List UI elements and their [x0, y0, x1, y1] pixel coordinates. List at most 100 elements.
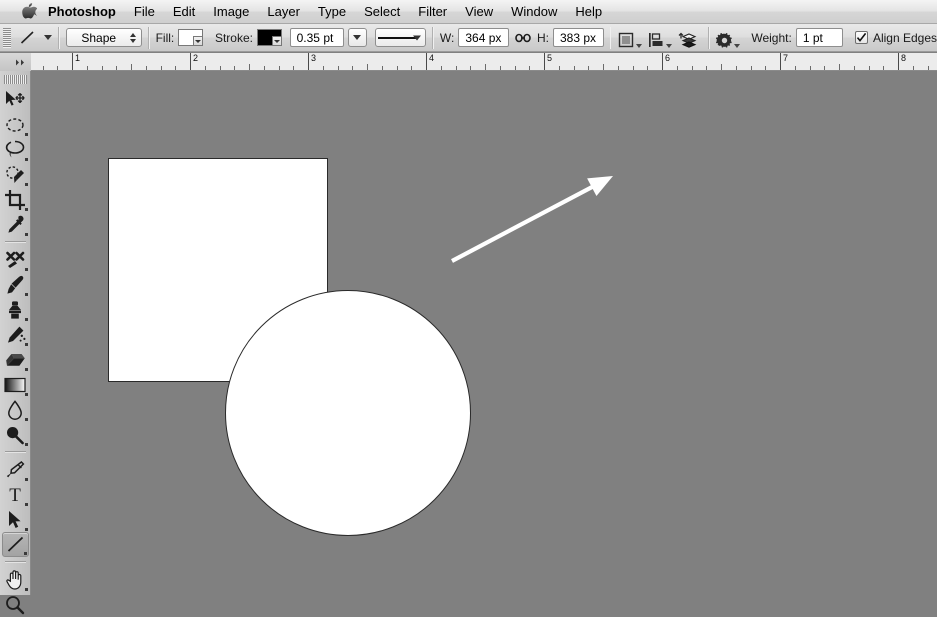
menu-item-select[interactable]: Select — [355, 0, 409, 24]
blur-droplet-icon — [8, 399, 22, 420]
stroke-dropdown-arrow-icon[interactable] — [271, 36, 281, 45]
chevron-down-icon[interactable] — [43, 35, 52, 40]
fill-color-swatch[interactable] — [178, 29, 203, 46]
tool-line[interactable] — [1, 532, 29, 557]
flyout-indicator-icon — [24, 133, 28, 136]
height-input[interactable]: 383 px — [552, 28, 604, 47]
flyout-indicator-icon — [24, 268, 28, 271]
ruler-tick — [323, 66, 324, 70]
align-edges-checkbox[interactable] — [854, 31, 868, 44]
tool-spot-healing-brush[interactable] — [2, 247, 29, 272]
ruler-tick — [382, 66, 383, 70]
menu-item-file[interactable]: File — [125, 0, 164, 24]
menu-item-view[interactable]: View — [456, 0, 502, 24]
menu-item-type[interactable]: Type — [309, 0, 355, 24]
menu-bar: Photoshop File Edit Image Layer Type Sel… — [0, 0, 937, 24]
stroke-width-dropdown-button[interactable] — [347, 28, 368, 47]
tool-path-selection[interactable] — [2, 507, 29, 532]
flyout-indicator-icon — [24, 158, 28, 161]
chain-link-icon[interactable] — [515, 32, 531, 44]
solid-line-icon — [377, 36, 416, 39]
ruler-tick — [883, 66, 884, 70]
ruler-label: 1 — [75, 53, 81, 63]
tool-eraser[interactable] — [2, 347, 29, 372]
width-label: W: — [439, 30, 455, 45]
ruler-tick — [470, 66, 471, 70]
ruler-tick — [588, 66, 589, 70]
ruler-tick — [913, 66, 914, 70]
tool-quick-selection[interactable] — [2, 162, 29, 187]
double-chevron-right-icon — [16, 59, 24, 65]
ruler-tick — [559, 66, 560, 70]
ruler-tick — [810, 66, 811, 70]
ruler-tick — [795, 66, 796, 70]
horizontal-ruler[interactable]: 1 2 3 4 5 6 7 8 — [31, 53, 937, 71]
path-operations-button[interactable] — [617, 27, 643, 49]
tool-blur[interactable] — [2, 397, 29, 422]
menu-item-window[interactable]: Window — [502, 0, 566, 24]
fill-label: Fill: — [155, 30, 175, 45]
magnifier-icon — [6, 595, 25, 614]
menu-item-filter[interactable]: Filter — [409, 0, 456, 24]
ruler-tick — [249, 64, 250, 70]
gear-icon — [716, 32, 733, 48]
flyout-indicator-icon — [24, 233, 28, 236]
tool-eyedropper[interactable] — [2, 212, 29, 237]
tool-dodge[interactable] — [2, 422, 29, 447]
tool-crop[interactable] — [2, 187, 29, 212]
tool-type[interactable]: T — [2, 482, 29, 507]
ruler-tick — [618, 66, 619, 70]
tool-preset-picker[interactable] — [15, 27, 52, 49]
options-bar-grip[interactable] — [3, 27, 11, 48]
weight-input[interactable]: 1 pt — [795, 28, 843, 47]
ruler-tick — [736, 66, 737, 70]
flyout-indicator-icon — [24, 588, 28, 591]
tool-zoom[interactable] — [2, 592, 29, 617]
stroke-style-dropdown[interactable] — [375, 28, 427, 47]
ruler-tick — [456, 66, 457, 70]
menu-item-image[interactable]: Image — [204, 0, 258, 24]
ruler-tick — [279, 66, 280, 70]
ruler-tick — [175, 66, 176, 70]
tool-pen[interactable] — [2, 457, 29, 482]
stroke-color-swatch[interactable] — [256, 29, 282, 46]
path-alignment-button[interactable] — [647, 27, 673, 49]
path-arrangement-button[interactable] — [677, 27, 697, 49]
menu-item-photoshop[interactable]: Photoshop — [42, 0, 125, 24]
tool-lasso[interactable] — [2, 137, 29, 162]
width-value: 364 px — [465, 30, 502, 45]
circle-shape[interactable] — [225, 290, 471, 536]
ruler-label: 6 — [665, 53, 671, 63]
align-edges-checkbox-row[interactable]: Align Edges — [854, 31, 937, 45]
ruler-tick — [839, 64, 840, 70]
menu-item-help[interactable]: Help — [566, 0, 611, 24]
geometry-options-button[interactable] — [716, 27, 741, 49]
shape-mode-select[interactable]: Shape — [65, 28, 142, 47]
document-canvas[interactable] — [31, 71, 937, 595]
fill-dropdown-arrow-icon[interactable] — [192, 36, 202, 45]
divider — [609, 26, 612, 49]
width-input[interactable]: 364 px — [458, 28, 509, 47]
tools-panel-grip[interactable] — [3, 75, 27, 84]
tool-gradient[interactable] — [2, 372, 29, 397]
menu-item-layer[interactable]: Layer — [258, 0, 309, 24]
tools-panel-collapse-button[interactable] — [0, 53, 31, 71]
tool-move[interactable] — [2, 87, 29, 112]
tool-hand[interactable] — [2, 567, 29, 592]
ruler-label: 8 — [901, 53, 907, 63]
menu-item-edit[interactable]: Edit — [164, 0, 204, 24]
flyout-indicator-icon — [24, 368, 28, 371]
chevron-down-icon — [353, 35, 362, 40]
tool-elliptical-marquee[interactable] — [2, 112, 29, 137]
apple-logo-icon[interactable] — [16, 0, 42, 24]
ruler-tick — [102, 66, 103, 70]
quick-selection-icon — [5, 165, 24, 183]
tool-clone-stamp[interactable] — [2, 297, 29, 322]
tool-history-brush[interactable] — [2, 322, 29, 347]
tool-brush[interactable] — [2, 272, 29, 297]
flyout-indicator-icon — [24, 418, 28, 421]
shape-mode-value: Shape — [81, 30, 117, 45]
stroke-width-input[interactable]: 0.35 pt — [289, 28, 344, 47]
tools-divider — [4, 561, 26, 563]
ruler-tick — [397, 66, 398, 70]
